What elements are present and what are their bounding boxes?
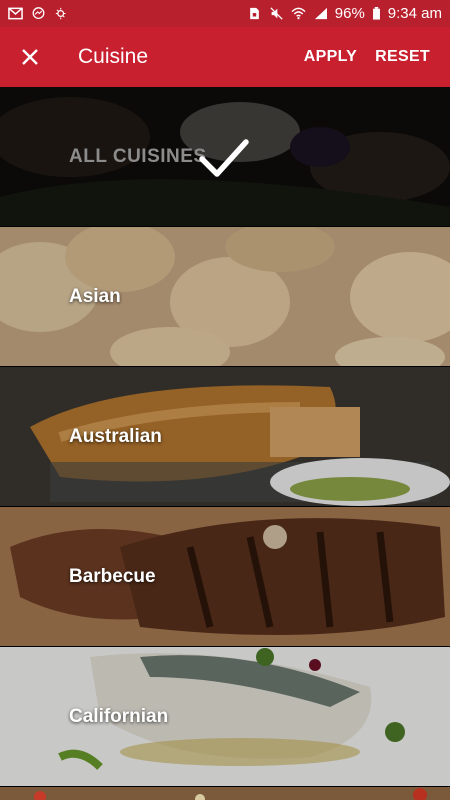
cuisine-list: ALL CUISINES Asian Australian Barbecue C… <box>0 87 450 800</box>
status-right-icons: 96% 9:34 am <box>247 5 442 22</box>
cuisine-item-californian[interactable]: Californian <box>0 647 450 786</box>
cuisine-label: ALL CUISINES <box>69 145 207 167</box>
cuisine-image-next <box>0 787 450 800</box>
status-bar: 96% 9:34 am <box>0 0 450 27</box>
cuisine-item-australian[interactable]: Australian <box>0 367 450 506</box>
wifi-icon <box>291 7 306 20</box>
image-overlay <box>0 227 450 366</box>
page-title: Cuisine <box>78 45 149 68</box>
status-left-icons <box>8 7 69 20</box>
app-bar: Cuisine APPLY RESET <box>0 27 450 87</box>
weather-icon <box>55 7 66 20</box>
clock: 9:34 am <box>387 5 442 22</box>
image-overlay <box>0 507 450 646</box>
cuisine-label: Barbecue <box>69 565 156 587</box>
image-overlay <box>0 647 450 786</box>
battery-icon <box>372 7 380 20</box>
cuisine-label: Australian <box>69 425 162 447</box>
cuisine-label: Asian <box>69 285 121 307</box>
cuisine-item-barbecue[interactable]: Barbecue <box>0 507 450 646</box>
cuisine-label: Californian <box>69 705 169 727</box>
messenger-icon <box>32 7 45 20</box>
cuisine-item-next-partial[interactable] <box>0 787 450 800</box>
cuisine-item-asian[interactable]: Asian <box>0 227 450 366</box>
app-actions: APPLY RESET <box>304 48 430 66</box>
mail-icon <box>8 7 23 20</box>
sim-icon <box>249 7 259 20</box>
apply-button[interactable]: APPLY <box>304 48 357 66</box>
battery-level: 96% <box>334 5 365 22</box>
cuisine-item-all[interactable]: ALL CUISINES <box>0 87 450 226</box>
close-icon <box>22 49 38 65</box>
image-overlay <box>0 367 450 506</box>
reset-button[interactable]: RESET <box>375 48 430 66</box>
signal-icon <box>314 7 327 20</box>
close-button[interactable] <box>0 27 60 87</box>
checkmark-icon <box>199 139 249 177</box>
mute-icon <box>270 7 283 20</box>
